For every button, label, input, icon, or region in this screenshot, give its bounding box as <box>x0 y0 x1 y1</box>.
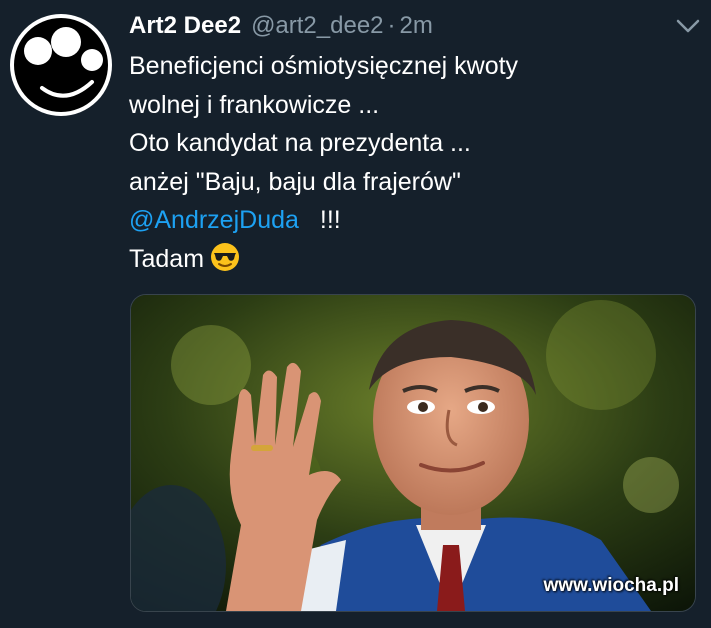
separator-dot: · <box>387 12 396 39</box>
photo-image <box>131 295 695 611</box>
tweet-line: Oto kandydat na prezydenta ... <box>129 129 471 157</box>
user-handle[interactable]: @art2_dee2 <box>251 12 383 40</box>
closing-text: Tadam <box>129 244 205 273</box>
exclamation-text: !!! <box>319 206 341 234</box>
timestamp[interactable]: 2m <box>400 12 433 40</box>
more-options-button[interactable] <box>675 16 701 36</box>
smiley-face-avatar-icon <box>10 14 112 116</box>
watermark: www.wiocha.pl <box>543 575 679 596</box>
tweet-line: anżej "Baju, baju dla frajerów" <box>129 167 461 196</box>
tweet-text: Beneficjenci ośmiotysięcznej kwoty wolne… <box>129 47 689 283</box>
avatar[interactable] <box>10 14 112 116</box>
closing-line: Tadam <box>129 240 689 284</box>
mention-link[interactable]: @AndrzejDuda <box>129 206 299 234</box>
tweet-header: Art2 Dee2 @art2_dee2 · 2m <box>129 12 433 44</box>
display-name[interactable]: Art2 Dee2 <box>129 12 241 40</box>
tweet-line: Beneficjenci ośmiotysięcznej kwoty <box>129 52 519 80</box>
tweet-photo[interactable]: www.wiocha.pl <box>130 294 696 612</box>
sunglasses-smiley-icon <box>210 242 240 284</box>
tweet-line: wolnej i frankowicze ... <box>129 90 380 119</box>
chevron-down-icon <box>676 19 700 33</box>
mention-line: @AndrzejDuda !!! <box>129 201 689 240</box>
